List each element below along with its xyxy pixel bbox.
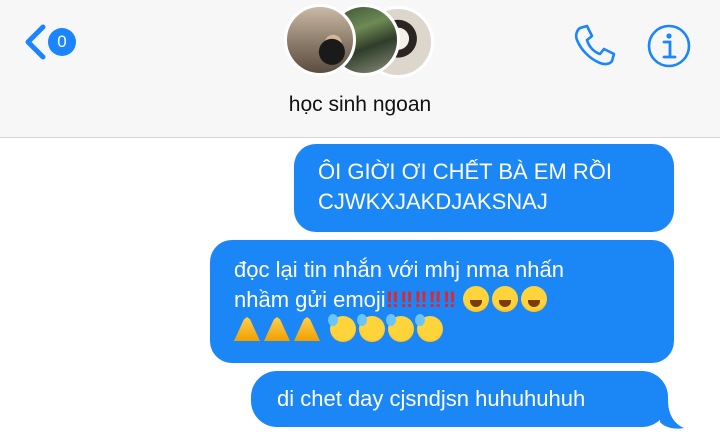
back-button[interactable]: 0	[24, 18, 88, 66]
message-bubble[interactable]: di chet day cjsndjsn huhuhuhuh	[251, 371, 668, 427]
double-exclamation-marks: ‼‼‼‼‼	[385, 287, 458, 312]
message-bubble[interactable]: đọc lại tin nhắn với mhj nma nhấn nhầm g…	[210, 240, 674, 363]
call-button[interactable]	[570, 20, 620, 70]
conversation-header: 0 học sinh ngoan	[0, 0, 720, 138]
info-icon	[647, 24, 691, 68]
message-bubble[interactable]: ÔI GIỜI ƠI CHẾT BÀ EM RỒI CJWKXJAKDJAKSN…	[294, 144, 674, 232]
crying-face-icon	[521, 286, 548, 312]
crying-face-icon	[492, 286, 519, 312]
crying-face-icon	[463, 286, 490, 312]
bubble-tail	[660, 400, 684, 429]
sweat-face-icon	[357, 314, 386, 342]
group-name[interactable]: học sinh ngoan	[0, 93, 720, 117]
avatar	[284, 4, 356, 76]
sweat-face-icon	[386, 314, 415, 342]
unread-count-badge: 0	[48, 28, 76, 56]
phone-icon	[574, 24, 616, 66]
info-button[interactable]	[646, 23, 692, 69]
message-text: ÔI GIỜI ƠI CHẾT BÀ EM RỒI	[318, 159, 613, 184]
sweat-face-icon	[415, 314, 444, 342]
group-avatars[interactable]	[282, 2, 438, 80]
crying-face-emoji-group	[463, 286, 550, 312]
message-text: di chet day cjsndjsn huhuhuhuh	[277, 386, 586, 411]
message-text: nhầm gửi emoji	[234, 287, 386, 312]
pray-hands-icon	[234, 317, 260, 341]
pray-hands-icon	[294, 317, 320, 341]
message-text: CJWKXJAKDJAKSNAJ	[318, 189, 548, 214]
sweat-face-icon	[328, 314, 357, 342]
message-text: đọc lại tin nhắn với mhj nma nhấn	[234, 257, 564, 282]
pray-hands-icon	[264, 317, 290, 341]
chevron-left-icon	[25, 24, 46, 60]
